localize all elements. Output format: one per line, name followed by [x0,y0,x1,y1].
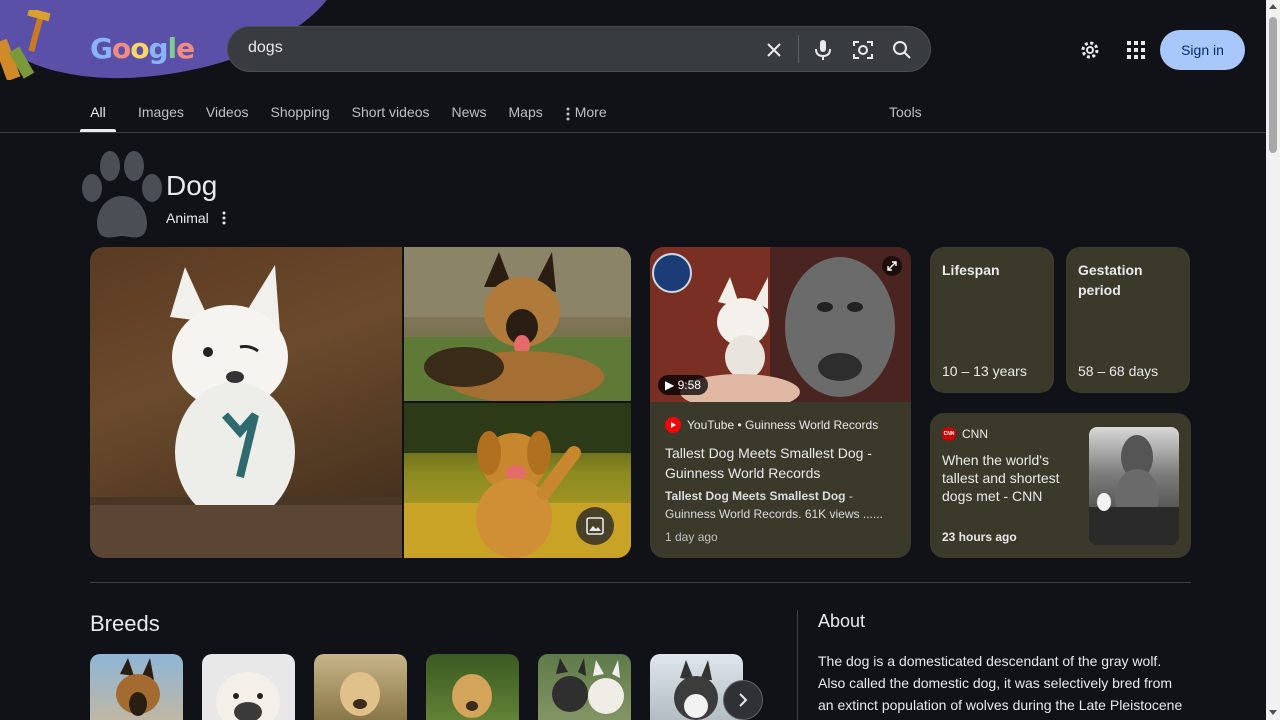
cnn-logo-icon: CNN [942,427,956,441]
image-icon [586,517,604,535]
chihuahua-image[interactable] [90,247,402,558]
search-icon[interactable] [890,38,914,62]
breed-card-german-shepherd[interactable] [90,654,183,720]
news-time: 23 hours ago [942,530,1017,544]
play-icon: ▶ [665,378,678,392]
about-text: The dog is a domesticated descendant of … [818,653,1183,713]
about-heading: About [818,611,866,631]
news-source-label: CNN [962,427,988,441]
settings-icon[interactable] [1078,38,1102,62]
column-divider [797,610,798,720]
more-vert-icon [566,107,570,121]
entity-title: Dog [166,170,218,201]
fact-label: Gestation period [1078,262,1143,298]
video-time: 1 day ago [665,530,718,544]
scroll-up-arrow[interactable] [1269,4,1277,9]
chevron-right-icon [739,693,748,707]
youtube-icon [665,417,681,433]
breeds-heading: Breeds [90,611,160,636]
tab-all[interactable]: All [80,96,116,132]
breeds-next-button[interactable] [723,680,763,720]
breed-card-labrador[interactable] [314,654,407,720]
video-source-label: YouTube • Guinness World Records [687,418,879,432]
scrollbar[interactable] [1266,0,1280,720]
breed-card-golden-retriever[interactable] [426,654,519,720]
video-duration: ▶ 9:58 [658,375,708,395]
video-source: YouTube • Guinness World Records [665,417,878,433]
tab-more[interactable]: More [565,96,607,132]
image-collage [90,247,631,558]
google-logo[interactable]: Google [90,32,195,65]
guinness-logo [652,253,692,293]
tab-images[interactable]: Images [138,96,184,132]
tab-short-videos[interactable]: Short videos [352,96,430,132]
search-input[interactable] [248,39,728,57]
fact-card-lifespan[interactable]: Lifespan 10 – 13 years [930,247,1054,393]
tab-maps[interactable]: Maps [509,96,543,132]
expand-icon[interactable] [882,256,902,276]
video-thumbnail[interactable]: ▶ 9:58 [650,247,911,410]
entity-subtitle: Animal [166,210,209,226]
german-shepherd-image[interactable] [404,247,631,401]
video-snippet-bold: Tallest Dog Meets Smallest Dog [665,489,846,503]
doodle-tools-icon[interactable] [0,10,60,80]
fact-card-gestation[interactable]: Gestation period 58 – 68 days [1066,247,1190,393]
tab-videos[interactable]: Videos [206,96,249,132]
video-result-card[interactable]: ▶ 9:58 YouTube • Guinness World Records … [650,247,911,558]
apps-icon[interactable] [1124,38,1148,62]
search-results-page: Google Sign in All Images Videos Sh [0,0,1266,720]
tab-shopping[interactable]: Shopping [270,96,329,132]
fact-value: 10 – 13 years [942,363,1027,379]
news-title[interactable]: When the world's tallest and shortest do… [942,451,1082,505]
tab-news[interactable]: News [451,96,486,132]
news-result-card[interactable]: CNN CNN When the world's tallest and sho… [930,413,1191,558]
search-box[interactable] [227,26,931,72]
search-tabs: All Images Videos Shopping Short videos … [80,96,629,132]
scrollbar-thumb[interactable] [1269,17,1277,153]
video-snippet: Tallest Dog Meets Smallest Dog - Guinnes… [665,487,897,523]
search-divider [798,35,799,63]
tabs-divider [0,132,1266,133]
entity-more-icon[interactable] [217,209,231,227]
fact-label: Lifespan [942,262,1000,278]
breed-card-french-bulldog[interactable] [538,654,631,720]
video-duration-text: 9:58 [677,378,701,392]
sign-in-button[interactable]: Sign in [1160,30,1245,70]
news-thumbnail[interactable] [1089,427,1179,545]
news-source: CNN CNN [942,427,988,441]
fact-value: 58 – 68 days [1078,363,1159,379]
tab-more-label: More [574,104,607,120]
breed-card-bulldog[interactable] [202,654,295,720]
clear-icon[interactable] [762,38,786,62]
section-divider [90,582,1191,583]
scroll-down-arrow[interactable] [1269,710,1277,715]
tools-button[interactable]: Tools [889,104,922,120]
video-title[interactable]: Tallest Dog Meets Smallest Dog - Guinnes… [665,443,895,483]
paw-icon [82,151,162,238]
more-images-button[interactable] [576,507,614,545]
mic-icon[interactable] [811,38,835,62]
lens-icon[interactable] [851,38,875,62]
